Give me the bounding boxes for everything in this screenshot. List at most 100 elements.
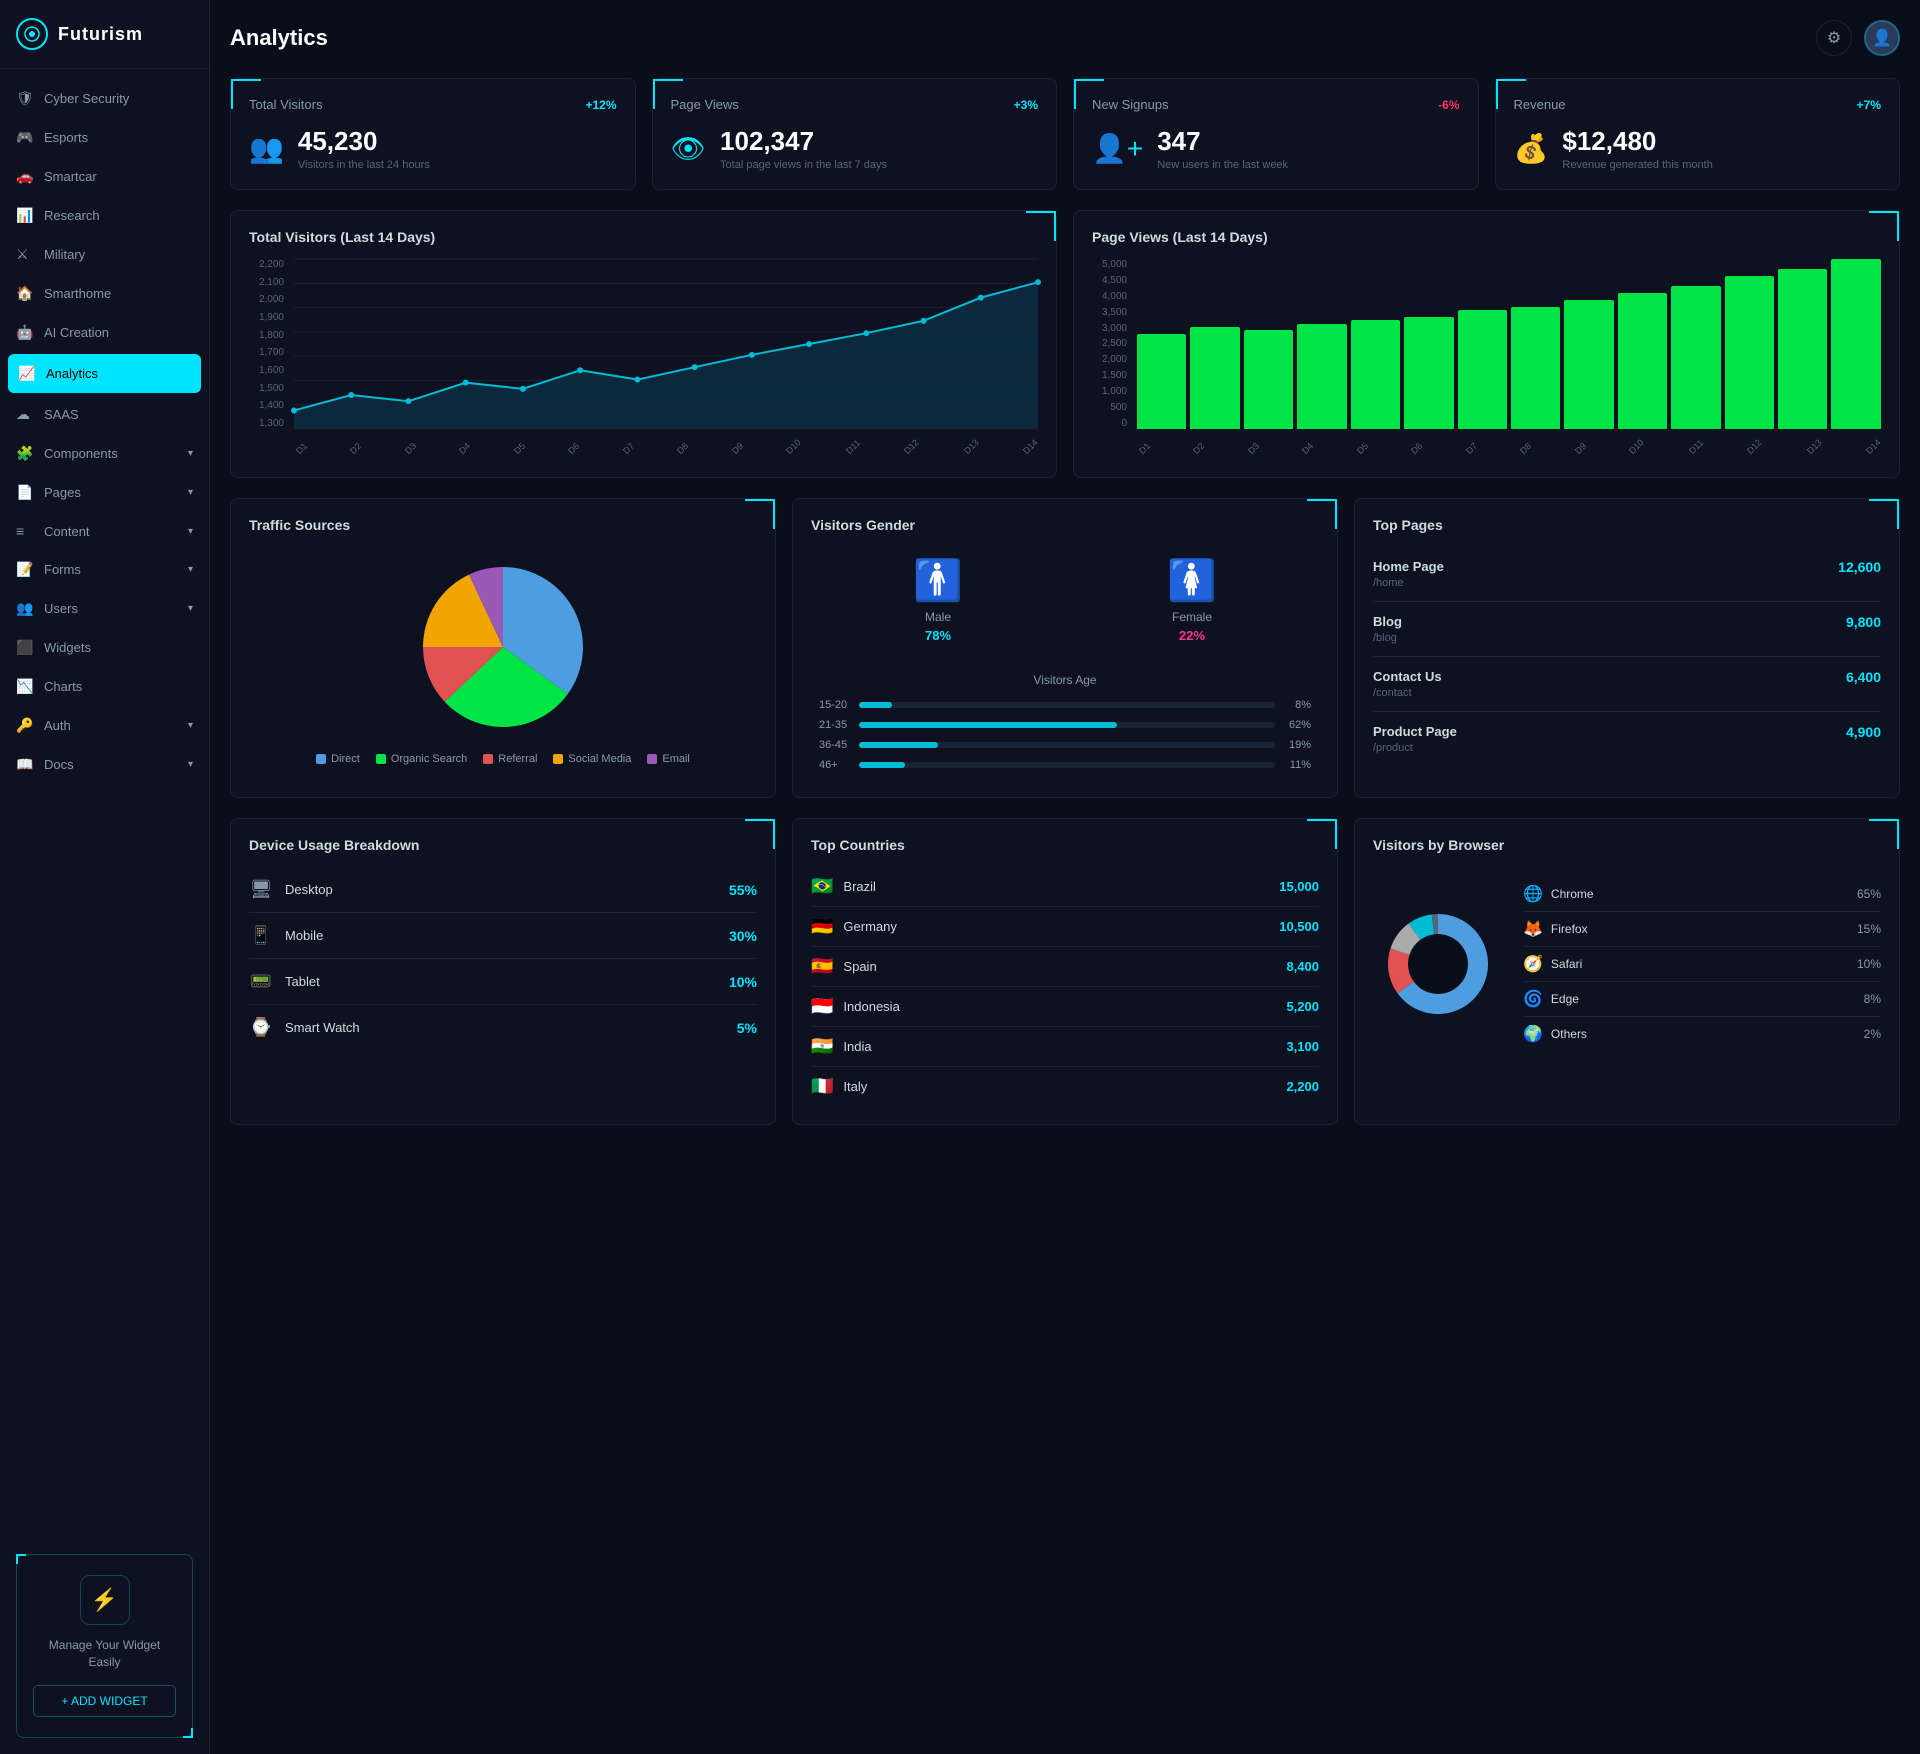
sidebar-item-docs[interactable]: 📖 Docs ▾ bbox=[0, 745, 209, 784]
nav-icon-components: 🧩 bbox=[16, 445, 34, 462]
age-pct-1: 62% bbox=[1283, 719, 1311, 731]
nav-icon-smarthome: 🏠 bbox=[16, 285, 34, 302]
browser-pct-2: 10% bbox=[1857, 957, 1881, 971]
device-icon-0: 🖥 bbox=[249, 879, 273, 900]
nav-icon-users: 👥 bbox=[16, 600, 34, 617]
sidebar-item-saas[interactable]: ☁ SAAS bbox=[0, 395, 209, 434]
countries-list: 🇧🇷 Brazil 15,000 🇩🇪 Germany 10,500 🇪🇸 Sp… bbox=[811, 867, 1319, 1106]
age-label-3: 46+ bbox=[819, 759, 851, 771]
browser-list: 🌐 Chrome 65% 🦊 Firefox 15% 🧭 Safari 10% … bbox=[1523, 877, 1881, 1051]
legend-item: Direct bbox=[316, 753, 360, 765]
nav-label-smarthome: Smarthome bbox=[44, 286, 111, 301]
chevron-icon-components: ▾ bbox=[188, 448, 193, 459]
browser-row-1: 🦊 Firefox 15% bbox=[1523, 912, 1881, 947]
bar-chart-container: 5,0004,5004,0003,5003,0002,5002,0001,500… bbox=[1092, 259, 1881, 459]
header-actions: ⚙ 👤 bbox=[1816, 20, 1900, 56]
bar-item-8 bbox=[1564, 300, 1613, 429]
bar-item-10 bbox=[1671, 286, 1720, 429]
pie-legend: DirectOrganic SearchReferralSocial Media… bbox=[316, 753, 690, 765]
legend-label: Email bbox=[662, 753, 690, 765]
country-count-2: 8,400 bbox=[1286, 959, 1319, 974]
country-name-4: India bbox=[843, 1039, 1276, 1054]
country-flag-4: 🇮🇳 bbox=[811, 1036, 833, 1057]
nav-icon-research: 📊 bbox=[16, 207, 34, 224]
line-chart-yaxis: 2,2002,1002,0001,9001,8001,7001,6001,500… bbox=[249, 259, 289, 429]
sidebar-item-research[interactable]: 📊 Research bbox=[0, 196, 209, 235]
avatar[interactable]: 👤 bbox=[1864, 20, 1900, 56]
country-count-5: 2,200 bbox=[1286, 1079, 1319, 1094]
sidebar-item-forms[interactable]: 📝 Forms ▾ bbox=[0, 550, 209, 589]
nav-label-forms: Forms bbox=[44, 562, 81, 577]
stat-value-3: $12,480 bbox=[1562, 126, 1712, 157]
legend-dot bbox=[553, 754, 563, 764]
country-flag-0: 🇧🇷 bbox=[811, 876, 833, 897]
nav-label-users: Users bbox=[44, 601, 78, 616]
sidebar-item-widgets[interactable]: ⬛ Widgets bbox=[0, 628, 209, 667]
browser-row-0: 🌐 Chrome 65% bbox=[1523, 877, 1881, 912]
nav-icon-widgets: ⬛ bbox=[16, 639, 34, 656]
country-count-0: 15,000 bbox=[1279, 879, 1319, 894]
settings-button[interactable]: ⚙ bbox=[1816, 20, 1852, 56]
bottom-row: Device Usage Breakdown 🖥 Desktop 55% 📱 M… bbox=[230, 818, 1900, 1125]
country-name-0: Brazil bbox=[843, 879, 1269, 894]
chevron-icon-content: ▾ bbox=[188, 526, 193, 537]
sidebar-item-content[interactable]: ≡ Content ▾ bbox=[0, 512, 209, 550]
male-pct: 78% bbox=[913, 628, 963, 643]
logo[interactable]: Futurism bbox=[0, 0, 209, 69]
age-label-1: 21-35 bbox=[819, 719, 851, 731]
device-name-2: Tablet bbox=[285, 974, 717, 989]
country-flag-3: 🇮🇩 bbox=[811, 996, 833, 1017]
browser-name-1: Firefox bbox=[1551, 922, 1849, 936]
age-pct-3: 11% bbox=[1283, 759, 1311, 771]
device-name-3: Smart Watch bbox=[285, 1020, 725, 1035]
top-page-name-1: Blog bbox=[1373, 614, 1402, 629]
sidebar-item-smartcar[interactable]: 🚗 Smartcar bbox=[0, 157, 209, 196]
sidebar-item-auth[interactable]: 🔑 Auth ▾ bbox=[0, 706, 209, 745]
bar-y-label: 1,000 bbox=[1092, 386, 1127, 397]
sidebar-item-ai-creation[interactable]: 🤖 AI Creation bbox=[0, 313, 209, 352]
sidebar-item-analytics[interactable]: 📈 Analytics bbox=[8, 354, 201, 393]
stat-card-3: Revenue +7% 💰 $12,480 Revenue generated … bbox=[1495, 78, 1901, 190]
country-flag-5: 🇮🇹 bbox=[811, 1076, 833, 1097]
age-row-0: 15-20 8% bbox=[819, 699, 1311, 711]
bar-item-3 bbox=[1297, 324, 1346, 429]
stat-cards: Total Visitors +12% 👥 45,230 Visitors in… bbox=[230, 78, 1900, 190]
top-page-path-3: /product bbox=[1373, 742, 1457, 754]
line-x-label: D6 bbox=[566, 441, 581, 456]
add-widget-button[interactable]: + ADD WIDGET bbox=[33, 1685, 176, 1717]
age-bar-bg-3 bbox=[859, 762, 1275, 768]
country-row-0: 🇧🇷 Brazil 15,000 bbox=[811, 867, 1319, 907]
sidebar-item-cyber-security[interactable]: 🛡 Cyber Security bbox=[0, 79, 209, 118]
sidebar-item-users[interactable]: 👥 Users ▾ bbox=[0, 589, 209, 628]
bar-item-0 bbox=[1137, 334, 1186, 429]
age-pct-0: 8% bbox=[1283, 699, 1311, 711]
line-x-label: D10 bbox=[784, 437, 803, 456]
nav-label-cyber-security: Cyber Security bbox=[44, 91, 129, 106]
bar-x-label: D5 bbox=[1355, 441, 1370, 456]
legend-label: Direct bbox=[331, 753, 360, 765]
browser-name-2: Safari bbox=[1551, 957, 1849, 971]
browser-icon-1: 🦊 bbox=[1523, 919, 1543, 939]
male-block: 🚹 Male 78% bbox=[913, 557, 963, 643]
sidebar-item-smarthome[interactable]: 🏠 Smarthome bbox=[0, 274, 209, 313]
browser-icon-3: 🌀 bbox=[1523, 989, 1543, 1009]
bar-x-label: D14 bbox=[1864, 437, 1883, 456]
stat-label-1: Page Views bbox=[671, 97, 739, 112]
sidebar-item-components[interactable]: 🧩 Components ▾ bbox=[0, 434, 209, 473]
gender-title: Visitors Gender bbox=[811, 517, 1319, 533]
stat-label-3: Revenue bbox=[1514, 97, 1566, 112]
sidebar-item-charts[interactable]: 📉 Charts bbox=[0, 667, 209, 706]
sidebar-item-esports[interactable]: 🎮 Esports bbox=[0, 118, 209, 157]
bar-y-label: 1,500 bbox=[1092, 370, 1127, 381]
sidebar-item-pages[interactable]: 📄 Pages ▾ bbox=[0, 473, 209, 512]
top-page-row-3: Product Page /product 4,900 bbox=[1373, 712, 1881, 766]
browser-row-4: 🌍 Others 2% bbox=[1523, 1017, 1881, 1051]
bar-x-label: D2 bbox=[1191, 441, 1206, 456]
line-x-label: D2 bbox=[348, 441, 363, 456]
top-pages-list: Home Page /home 12,600 Blog /blog 9,800 … bbox=[1373, 547, 1881, 766]
browser-icon-0: 🌐 bbox=[1523, 884, 1543, 904]
bar-item-4 bbox=[1351, 320, 1400, 429]
sidebar-item-military[interactable]: ⚔ Military bbox=[0, 235, 209, 274]
top-page-path-2: /contact bbox=[1373, 687, 1442, 699]
line-y-label: 1,400 bbox=[249, 400, 284, 411]
